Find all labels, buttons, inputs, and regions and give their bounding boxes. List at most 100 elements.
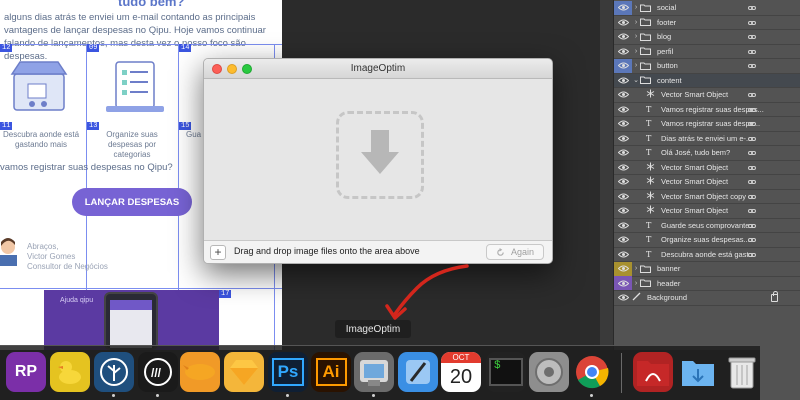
layer-row-background[interactable]: Background — [614, 291, 800, 306]
visibility-eye-icon[interactable] — [614, 58, 632, 73]
dock-linear-icon[interactable]: /// — [138, 352, 178, 392]
visibility-eye-icon[interactable] — [614, 160, 632, 174]
running-indicator — [590, 394, 593, 397]
visibility-eye-icon[interactable] — [614, 189, 632, 203]
layer-row-vector-smart-object[interactable]: Vector Smart Object — [614, 88, 800, 103]
visibility-eye-icon[interactable] — [614, 131, 632, 145]
dock-zeplin-icon[interactable] — [180, 352, 220, 392]
layer-row-banner[interactable]: › banner — [614, 261, 800, 277]
text-layer-icon: T — [646, 133, 652, 143]
layer-row-perfil[interactable]: › perfil — [614, 44, 800, 59]
download-arrow-icon — [361, 130, 399, 174]
visibility-eye-icon[interactable] — [614, 88, 632, 102]
lancar-despesas-button: LANÇAR DESPESAS — [72, 188, 192, 216]
layer-row-header[interactable]: › header — [614, 276, 800, 291]
dock-imageoptim-icon[interactable] — [354, 352, 394, 392]
dock-rightfont-icon[interactable]: RP — [6, 352, 46, 392]
drop-area[interactable] — [204, 79, 552, 242]
dock-calendar-icon[interactable]: OCT 20 — [441, 352, 481, 392]
layer-row-button[interactable]: › button — [614, 58, 800, 74]
visibility-eye-icon[interactable] — [614, 0, 632, 15]
layer-name: Background — [647, 293, 688, 303]
dock-sourcetree-icon[interactable] — [94, 352, 134, 392]
link-icon — [748, 33, 756, 41]
chevron-right-icon[interactable]: › — [632, 4, 640, 11]
layer-row-footer[interactable]: › footer — [614, 15, 800, 30]
layer-row-organize-suas-despesas[interactable]: T Organize suas despesas... — [614, 233, 800, 248]
dock-illustrator-icon[interactable]: Ai — [311, 352, 351, 392]
text-layer-icon: T — [646, 235, 652, 245]
phone-appbar — [110, 300, 152, 310]
layer-row-dias-atr-s-te-enviei-um-e[interactable]: T Dias atrás te enviei um e-... — [614, 131, 800, 146]
visibility-eye-icon[interactable] — [614, 247, 632, 261]
layer-row-vector-smart-object-copy[interactable]: Vector Smart Object copy — [614, 189, 800, 204]
chevron-right-icon[interactable]: › — [632, 19, 640, 26]
visibility-eye-icon[interactable] — [614, 218, 632, 232]
chevron-right-icon[interactable]: › — [632, 280, 640, 287]
layer-name: Vector Smart Object copy — [661, 191, 747, 201]
visibility-eye-icon[interactable] — [614, 102, 632, 116]
dock-system-preferences-icon[interactable] — [529, 352, 569, 392]
slice-tag: 17 — [219, 290, 232, 298]
visibility-eye-icon[interactable] — [614, 117, 632, 131]
window-bottom-bar: + Drag and drop image files onto the are… — [204, 240, 552, 263]
dock-downloads-folder-icon[interactable] — [678, 352, 718, 392]
dock-terminal-icon[interactable]: $ — [486, 352, 526, 392]
chevron-right-icon[interactable]: › — [632, 48, 640, 55]
link-icon — [748, 48, 756, 56]
feature-label: Organize suas despesas por categorias — [106, 130, 158, 159]
visibility-eye-icon[interactable] — [614, 44, 632, 58]
imageoptim-window[interactable]: ImageOptim + Drag and drop image files o… — [203, 58, 553, 264]
dock-photoshop-icon[interactable]: Ps — [268, 352, 308, 392]
visibility-eye-icon[interactable] — [614, 146, 632, 160]
visibility-eye-icon[interactable] — [614, 204, 632, 218]
link-icon — [748, 135, 756, 143]
visibility-eye-icon[interactable] — [614, 291, 632, 305]
layer-row-guarde-seus-comprovante[interactable]: T Guarde seus comprovante... — [614, 218, 800, 233]
drag-drop-hint: Drag and drop image files onto the area … — [234, 246, 420, 256]
visibility-eye-icon[interactable] — [614, 30, 632, 44]
again-button[interactable]: Again — [486, 244, 544, 260]
dock-trash-icon[interactable] — [722, 352, 762, 392]
layer-row-vector-smart-object[interactable]: Vector Smart Object — [614, 160, 800, 175]
layer-row-vamos-registrar-suas-despes[interactable]: T Vamos registrar suas despes... — [614, 102, 800, 117]
layer-row-content[interactable]: ⌄ content — [614, 73, 800, 88]
phone-screen — [110, 300, 152, 348]
link-icon — [748, 222, 756, 230]
layer-row-blog[interactable]: › blog — [614, 30, 800, 45]
folder-icon — [640, 33, 651, 41]
layer-name: button — [657, 61, 678, 71]
dock-sketch-icon[interactable] — [224, 352, 264, 392]
dock-chrome-icon[interactable] — [572, 352, 612, 392]
link-icon — [748, 149, 756, 157]
chevron-right-icon[interactable]: › — [632, 265, 640, 272]
layer-row-social[interactable]: › social — [614, 0, 800, 16]
slice-tag: 14 — [179, 44, 192, 52]
email-paragraph: alguns dias atrás te enviei um e-mail co… — [4, 12, 266, 62]
layer-row-vamos-registrar-suas-despe[interactable]: T Vamos registrar suas despe... — [614, 117, 800, 132]
layer-name: footer — [657, 17, 677, 27]
visibility-eye-icon[interactable] — [614, 233, 632, 247]
chevron-down-icon[interactable]: ⌄ — [632, 76, 640, 84]
visibility-eye-icon[interactable] — [614, 73, 632, 87]
layer-row-ol-jos-tudo-bem[interactable]: T Olá José, tudo bem? — [614, 146, 800, 161]
window-titlebar[interactable]: ImageOptim — [204, 59, 552, 79]
link-icon — [748, 120, 756, 128]
dock-cyberduck-icon[interactable] — [50, 352, 90, 392]
layers-panel[interactable]: › social › footer › blog › perfil › button ⌄ conten… — [600, 0, 800, 350]
visibility-eye-icon[interactable] — [614, 261, 632, 276]
panel-footer — [760, 345, 800, 400]
layer-row-vector-smart-object[interactable]: Vector Smart Object — [614, 175, 800, 190]
chevron-right-icon[interactable]: › — [632, 33, 640, 40]
dock-acrobat-folder-icon[interactable] — [633, 352, 673, 392]
folder-icon — [640, 47, 651, 56]
dock-separator — [621, 353, 622, 393]
dock-xcode-icon[interactable] — [398, 352, 438, 392]
visibility-eye-icon[interactable] — [614, 175, 632, 189]
layer-row-descubra-aonde-est-gast[interactable]: T Descubra aonde está gast... — [614, 247, 800, 262]
layer-row-vector-smart-object[interactable]: Vector Smart Object — [614, 204, 800, 219]
chevron-right-icon[interactable]: › — [632, 62, 640, 69]
add-files-button[interactable]: + — [210, 245, 226, 260]
visibility-eye-icon[interactable] — [614, 15, 632, 29]
visibility-eye-icon[interactable] — [614, 276, 632, 291]
